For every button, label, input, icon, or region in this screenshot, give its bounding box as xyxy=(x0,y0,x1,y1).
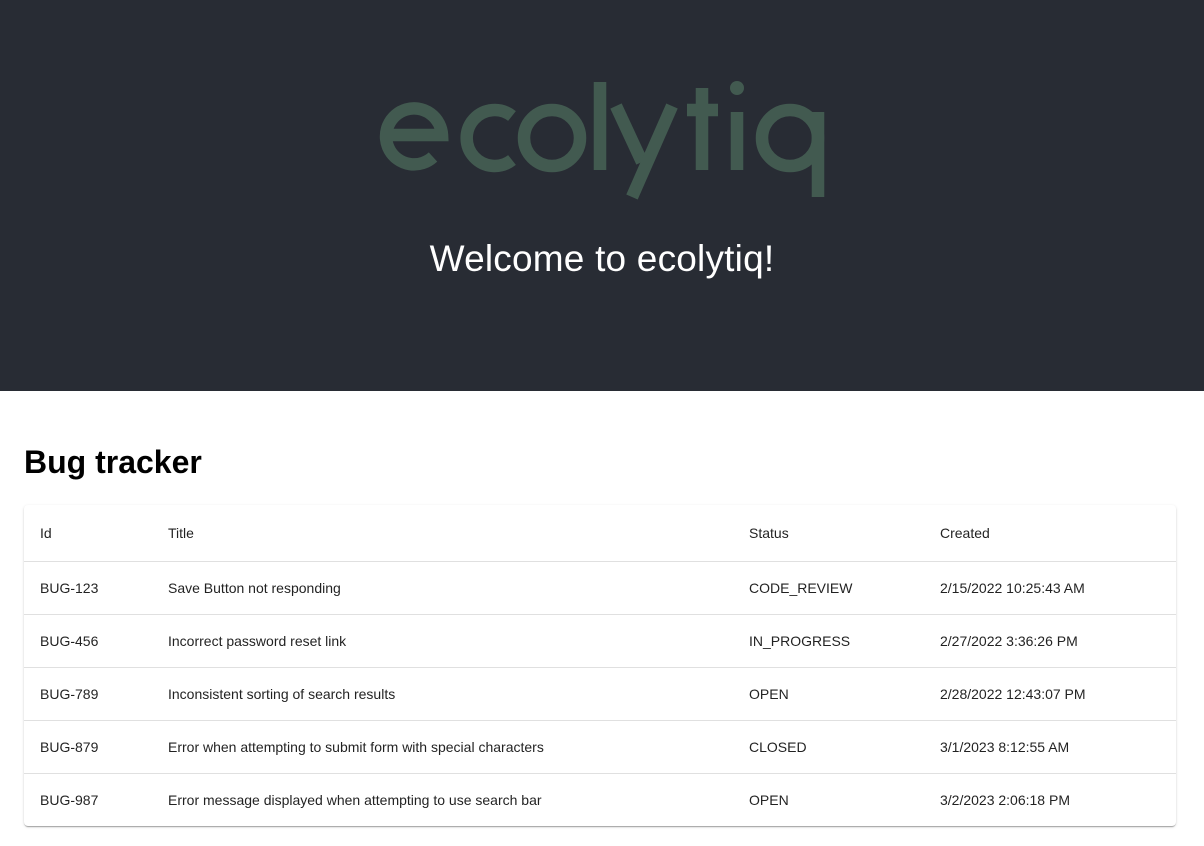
column-header-title: Title xyxy=(152,505,733,562)
table-row: BUG-987 Error message displayed when att… xyxy=(24,773,1176,826)
bug-id: BUG-123 xyxy=(24,561,152,615)
table-row: BUG-123 Save Button not responding CODE_… xyxy=(24,561,1176,615)
welcome-heading: Welcome to ecolytiq! xyxy=(429,238,775,279)
bug-status: OPEN xyxy=(733,667,924,721)
bug-table-card: Id Title Status Created BUG-123 Save But… xyxy=(24,505,1176,826)
hero-header: Welcome to ecolytiq! xyxy=(0,0,1204,391)
bug-status: IN_PROGRESS xyxy=(733,614,924,668)
table-header-row: Id Title Status Created xyxy=(24,505,1176,562)
column-header-status: Status xyxy=(733,505,924,562)
table-row: BUG-789 Inconsistent sorting of search r… xyxy=(24,667,1176,721)
table-row: BUG-456 Incorrect password reset link IN… xyxy=(24,614,1176,668)
bug-title: Error when attempting to submit form wit… xyxy=(152,720,733,774)
table-row: BUG-879 Error when attempting to submit … xyxy=(24,720,1176,774)
column-header-id: Id xyxy=(24,505,152,562)
bug-id: BUG-987 xyxy=(40,791,99,808)
bug-status: CLOSED xyxy=(733,720,924,774)
bug-id: BUG-456 xyxy=(24,614,152,668)
bug-title: Error message displayed when attempting … xyxy=(168,791,542,808)
bug-status: CODE_REVIEW xyxy=(733,561,924,615)
page-title: Bug tracker xyxy=(24,444,202,480)
bug-created: 2/27/2022 3:36:26 PM xyxy=(924,614,1176,668)
bug-title: Inconsistent sorting of search results xyxy=(152,667,733,721)
bug-id: BUG-879 xyxy=(24,720,152,774)
bug-status: OPEN xyxy=(749,791,789,808)
ecolytiq-logo xyxy=(376,66,828,206)
bug-title: Incorrect password reset link xyxy=(152,614,733,668)
ecolytiq-logo-graphic xyxy=(379,81,825,200)
bug-title: Save Button not responding xyxy=(152,561,733,615)
bug-id: BUG-789 xyxy=(24,667,152,721)
bug-created: 3/1/2023 8:12:55 AM xyxy=(924,720,1176,774)
bug-created: 2/28/2022 12:43:07 PM xyxy=(924,667,1176,721)
bug-created: 3/2/2023 2:06:18 PM xyxy=(940,791,1070,808)
bug-table: Id Title Status Created BUG-123 Save But… xyxy=(24,505,1176,826)
column-header-created: Created xyxy=(924,505,1176,562)
bug-created: 2/15/2022 10:25:43 AM xyxy=(924,561,1176,615)
